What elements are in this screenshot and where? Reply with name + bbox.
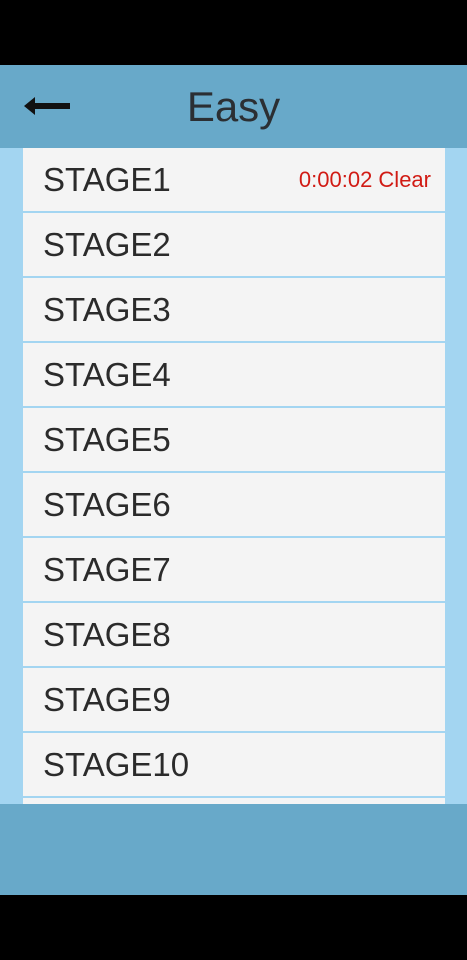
stage-list-area: STAGE1 0:00:02 Clear STAGE2 STAGE3 STAGE… — [0, 148, 467, 804]
stage-label: STAGE7 — [43, 551, 171, 588]
footer-bar — [0, 804, 467, 895]
stage-label: STAGE2 — [43, 226, 171, 263]
status-bar — [0, 0, 467, 65]
app-screen: Easy STAGE1 0:00:02 Clear STAGE2 STAGE3 … — [0, 0, 467, 960]
stage-label: STAGE3 — [43, 291, 171, 328]
stage-label: STAGE6 — [43, 486, 171, 523]
stage-item-2[interactable]: STAGE2 — [23, 213, 445, 276]
stage-item-3[interactable]: STAGE3 — [23, 278, 445, 341]
back-button[interactable] — [18, 83, 78, 129]
stage-label: STAGE9 — [43, 681, 171, 718]
stage-clear-time: 0:00:02 Clear — [298, 167, 431, 192]
stage-list[interactable]: STAGE1 0:00:02 Clear STAGE2 STAGE3 STAGE… — [23, 148, 445, 804]
stage-label: STAGE8 — [43, 616, 171, 653]
stage-item-7[interactable]: STAGE7 — [23, 538, 445, 601]
left-arrow-icon — [24, 97, 70, 115]
stage-item-9[interactable]: STAGE9 — [23, 668, 445, 731]
header-bar: Easy — [0, 65, 467, 148]
stage-item-4[interactable]: STAGE4 — [23, 343, 445, 406]
system-nav-bar — [0, 895, 467, 960]
stage-item-10[interactable]: STAGE10 — [23, 733, 445, 796]
stage-item-8[interactable]: STAGE8 — [23, 603, 445, 666]
stage-label: STAGE5 — [43, 421, 171, 458]
stage-label: STAGE1 — [43, 161, 171, 198]
stage-item-1[interactable]: STAGE1 0:00:02 Clear — [23, 148, 445, 211]
stage-label: STAGE10 — [43, 746, 190, 783]
stage-item-6[interactable]: STAGE6 — [23, 473, 445, 536]
stage-label: STAGE4 — [43, 356, 171, 393]
stage-item-5[interactable]: STAGE5 — [23, 408, 445, 471]
